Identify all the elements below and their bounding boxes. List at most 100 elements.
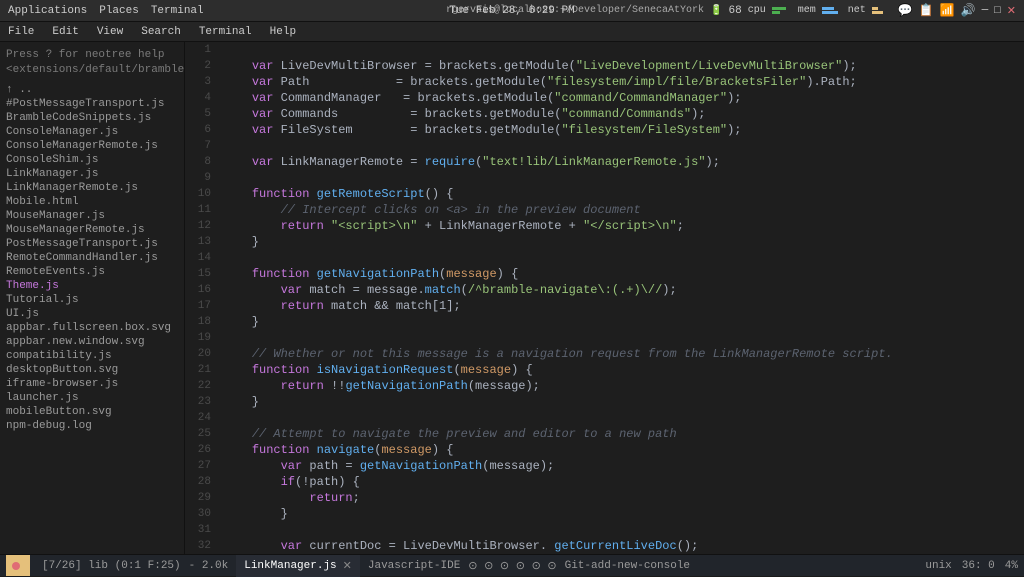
line-content [219, 522, 1024, 538]
line-number: 29 [185, 490, 219, 506]
table-row: 23 } [185, 394, 1024, 410]
table-row: 7 [185, 138, 1024, 154]
sidebar-file-item[interactable]: MouseManager.js [0, 209, 184, 223]
sidebar-file-item[interactable]: UI.js [0, 307, 184, 321]
chat-icon: 💬 [898, 3, 913, 18]
table-row: 25 // Attempt to navigate the preview an… [185, 426, 1024, 442]
table-row: 14 [185, 250, 1024, 266]
sidebar-file-item[interactable]: npm-debug.log [0, 419, 184, 433]
status-filetype: Javascript-IDE [368, 560, 460, 572]
terminal-menu[interactable]: Terminal [151, 5, 204, 17]
sidebar-file-item[interactable]: RemoteCommandHandler.js [0, 251, 184, 265]
status-filesize: - 2.0k [189, 560, 229, 572]
sidebar-file-item[interactable]: Theme.js [0, 279, 184, 293]
wifi-icon: 📶 [940, 3, 955, 18]
table-row: 32 var currentDoc = LiveDevMultiBrowser.… [185, 538, 1024, 554]
menu-search[interactable]: Search [139, 26, 183, 38]
mem-label: mem [798, 5, 816, 16]
net-label: net [848, 5, 866, 16]
status-position: [7/26] lib (0:1 F:25) [42, 560, 181, 572]
menu-help[interactable]: Help [268, 26, 298, 38]
status-encoding: ⊙ ⊙ ⊙ ⊙ ⊙ ⊙ [468, 559, 556, 573]
line-number: 13 [185, 234, 219, 250]
editor-area: 12 var LiveDevMultiBrowser = brackets.ge… [185, 42, 1024, 554]
tab-close-button[interactable]: ✕ [343, 559, 352, 573]
sidebar-file-item[interactable]: launcher.js [0, 391, 184, 405]
menu-edit[interactable]: Edit [50, 26, 80, 38]
sidebar-file-item[interactable]: desktopButton.svg [0, 363, 184, 377]
sidebar-file-item[interactable]: mobileButton.svg [0, 405, 184, 419]
line-number: 32 [185, 538, 219, 554]
line-content: function getNavigationPath(message) { [219, 266, 1024, 282]
table-row: 8 var LinkManagerRemote = require("text!… [185, 154, 1024, 170]
sidebar-file-item[interactable]: MouseManagerRemote.js [0, 223, 184, 237]
table-row: 26 function navigate(message) { [185, 442, 1024, 458]
line-number: 30 [185, 506, 219, 522]
window-close[interactable]: ✕ [1007, 4, 1016, 18]
line-number: 7 [185, 138, 219, 154]
cpu-label: cpu [748, 5, 766, 16]
table-row: 30 } [185, 506, 1024, 522]
sidebar-file-item[interactable]: ConsoleShim.js [0, 153, 184, 167]
sidebar-file-item[interactable]: RemoteEvents.js [0, 265, 184, 279]
line-content: function getRemoteScript() { [219, 186, 1024, 202]
sidebar-file-list: ↑ ..#PostMessageTransport.jsBrambleCodeS… [0, 83, 184, 433]
line-content: } [219, 394, 1024, 410]
status-tab-filename[interactable]: LinkManager.js ✕ [236, 555, 360, 577]
table-row: 21 function isNavigationRequest(message)… [185, 362, 1024, 378]
line-number: 5 [185, 106, 219, 122]
table-row: 19 [185, 330, 1024, 346]
sidebar-file-item[interactable]: ConsoleManagerRemote.js [0, 139, 184, 153]
sidebar-file-item[interactable]: appbar.fullscreen.box.svg [0, 321, 184, 335]
applications-menu[interactable]: Applications [8, 5, 87, 17]
menu-view[interactable]: View [95, 26, 125, 38]
line-content: // Attempt to navigate the preview and e… [219, 426, 1024, 442]
line-number: 26 [185, 442, 219, 458]
line-number: 4 [185, 90, 219, 106]
table-row: 18 } [185, 314, 1024, 330]
sidebar-file-item[interactable]: #PostMessageTransport.js [0, 97, 184, 111]
sidebar-file-item[interactable]: Tutorial.js [0, 293, 184, 307]
system-bar: Applications Places Terminal Tue Feb 28,… [0, 0, 1024, 22]
line-number: 17 [185, 298, 219, 314]
window-maximize[interactable]: □ [994, 5, 1001, 17]
sidebar-file-item[interactable]: compatibility.js [0, 349, 184, 363]
line-content: function isNavigationRequest(message) { [219, 362, 1024, 378]
line-content: var Commands = brackets.getModule("comma… [219, 106, 1024, 122]
system-bar-left: Applications Places Terminal [8, 5, 204, 17]
line-number: 27 [185, 458, 219, 474]
table-row: 2 var LiveDevMultiBrowser = brackets.get… [185, 58, 1024, 74]
table-row: 5 var Commands = brackets.getModule("com… [185, 106, 1024, 122]
sidebar-file-item[interactable]: PostMessageTransport.js [0, 237, 184, 251]
sidebar-file-item[interactable]: ConsoleManager.js [0, 125, 184, 139]
sidebar-file-item[interactable]: iframe-browser.js [0, 377, 184, 391]
line-content: } [219, 314, 1024, 330]
menu-terminal[interactable]: Terminal [197, 26, 254, 38]
line-content [219, 42, 1024, 58]
table-row: 22 return !!getNavigationPath(message); [185, 378, 1024, 394]
line-number: 3 [185, 74, 219, 90]
line-content [219, 170, 1024, 186]
sidebar-file-item[interactable]: LinkManagerRemote.js [0, 181, 184, 195]
line-content: if(!path) { [219, 474, 1024, 490]
line-content: // Intercept clicks on <a> in the previe… [219, 202, 1024, 218]
line-number: 15 [185, 266, 219, 282]
battery-icon: 🔋 [710, 5, 722, 17]
line-content: } [219, 506, 1024, 522]
sidebar-file-item[interactable]: appbar.new.window.svg [0, 335, 184, 349]
sidebar-file-item[interactable]: ↑ .. [0, 83, 184, 97]
places-menu[interactable]: Places [99, 5, 139, 17]
line-content: return !!getNavigationPath(message); [219, 378, 1024, 394]
code-view[interactable]: 12 var LiveDevMultiBrowser = brackets.ge… [185, 42, 1024, 554]
line-content: var LiveDevMultiBrowser = brackets.getMo… [219, 58, 1024, 74]
sidebar-file-item[interactable]: BrambleCodeSnippets.js [0, 111, 184, 125]
menu-file[interactable]: File [6, 26, 36, 38]
line-number: 9 [185, 170, 219, 186]
window-minimize[interactable]: ─ [982, 5, 989, 17]
table-row: 17 return match && match[1]; [185, 298, 1024, 314]
line-content [219, 250, 1024, 266]
line-number: 16 [185, 282, 219, 298]
line-number: 14 [185, 250, 219, 266]
sidebar-file-item[interactable]: Mobile.html [0, 195, 184, 209]
sidebar-file-item[interactable]: LinkManager.js [0, 167, 184, 181]
